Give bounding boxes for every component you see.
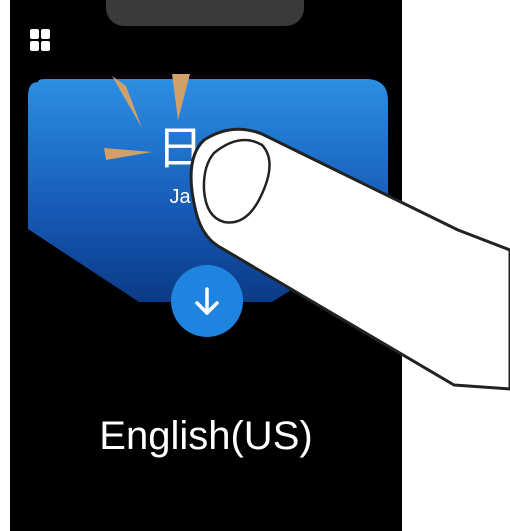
finger-tap-icon [104,74,510,391]
tap-rays [104,74,190,160]
